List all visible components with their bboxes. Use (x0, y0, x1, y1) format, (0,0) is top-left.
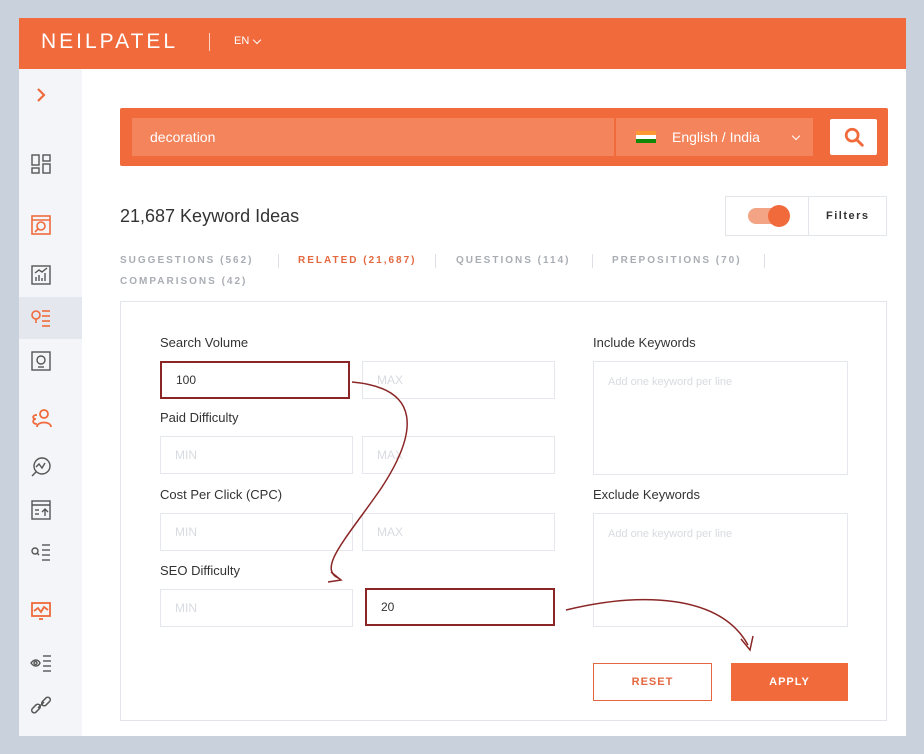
tab-questions[interactable]: QUESTIONS (114) (456, 255, 570, 266)
search-volume-max-input[interactable] (362, 361, 555, 399)
top-bar: NEILPATEL EN (19, 18, 906, 69)
keyword-list-icon[interactable] (29, 541, 53, 565)
toggle-knob (768, 205, 790, 227)
cpc-min-input[interactable] (160, 513, 353, 551)
exclude-keywords-label: Exclude Keywords (593, 487, 700, 502)
search-button[interactable] (830, 119, 877, 155)
filter-panel: Search Volume Paid Difficulty Cost Per C… (120, 301, 887, 721)
filters-divider (808, 197, 809, 235)
paid-difficulty-max-input[interactable] (362, 436, 555, 474)
search-icon (844, 127, 864, 147)
chevron-down-icon (253, 35, 262, 44)
exclude-keywords-textarea[interactable] (593, 513, 848, 627)
locale-select[interactable]: English / India (616, 118, 813, 156)
tab-divider (592, 254, 593, 268)
include-keywords-textarea[interactable] (593, 361, 848, 475)
keyword-search-input[interactable] (132, 118, 614, 156)
link-icon[interactable] (29, 693, 53, 717)
brand-divider (209, 33, 210, 51)
filters-control: Filters (725, 196, 887, 236)
tab-prepositions[interactable]: PREPOSITIONS (70) (612, 255, 742, 266)
cpc-label: Cost Per Click (CPC) (160, 487, 283, 502)
language-label: EN (234, 35, 250, 47)
seo-difficulty-min-input[interactable] (160, 589, 353, 627)
language-selector[interactable]: EN (234, 35, 262, 47)
seo-difficulty-label: SEO Difficulty (160, 563, 240, 578)
page-title: 21,687 Keyword Ideas (120, 206, 300, 226)
paid-difficulty-label: Paid Difficulty (160, 410, 239, 425)
apply-button[interactable]: APPLY (731, 663, 848, 701)
seo-difficulty-max-input[interactable] (365, 588, 555, 626)
search-volume-label: Search Volume (160, 335, 249, 350)
brand-logo[interactable]: NEILPATEL (41, 30, 178, 54)
filters-button[interactable]: Filters (826, 210, 870, 222)
tab-comparisons[interactable]: COMPARISONS (42) (120, 276, 247, 287)
tab-divider (278, 254, 279, 268)
keyword-ideas-icon[interactable] (29, 306, 53, 330)
search-volume-min-input[interactable] (160, 361, 350, 399)
paid-difficulty-min-input[interactable] (160, 436, 353, 474)
traffic-analyzer-icon[interactable] (29, 263, 53, 287)
lists-icon[interactable] (29, 652, 53, 676)
tab-related[interactable]: RELATED (21,687) (298, 255, 417, 266)
site-audit-icon[interactable] (29, 213, 53, 237)
chevron-down-icon (791, 131, 801, 141)
expand-chevron-icon[interactable] (29, 83, 53, 107)
include-keywords-label: Include Keywords (593, 335, 696, 350)
content-ideas-icon[interactable] (29, 349, 53, 373)
tab-divider (435, 254, 436, 268)
sidebar (19, 69, 82, 736)
rank-tracker-icon[interactable] (29, 498, 53, 522)
filters-toggle[interactable] (748, 205, 790, 227)
tab-divider (764, 254, 765, 268)
app-window: NEILPATEL EN decoration English / India … (19, 18, 906, 736)
competitors-icon[interactable] (29, 406, 53, 430)
backlinks-icon[interactable] (29, 455, 53, 479)
dashboard-icon[interactable] (29, 152, 53, 176)
cpc-max-input[interactable] (362, 513, 555, 551)
search-bar: English / India (120, 108, 888, 166)
monitor-icon[interactable] (29, 599, 53, 623)
locale-label: English / India (672, 129, 760, 145)
india-flag-icon (636, 130, 656, 144)
tab-suggestions[interactable]: SUGGESTIONS (562) (120, 255, 253, 266)
reset-button[interactable]: RESET (593, 663, 712, 701)
